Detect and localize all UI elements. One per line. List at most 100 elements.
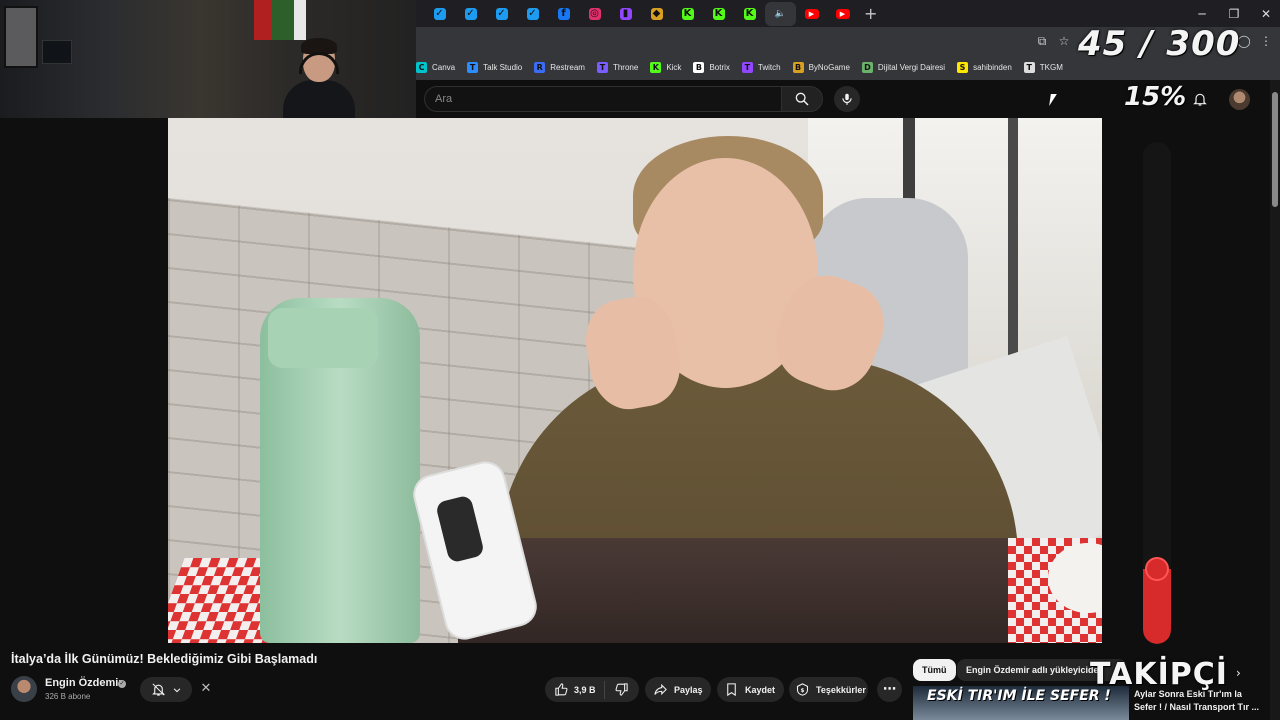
browser-tab[interactable]: 🔈 — [765, 1, 796, 26]
twitch-icon: T — [741, 62, 753, 73]
browser-tab[interactable]: ✓ — [455, 2, 486, 26]
bookmark-label: TKGM — [1039, 63, 1063, 72]
dislike-icon[interactable] — [614, 682, 629, 697]
restream-icon: R — [534, 62, 546, 73]
bookmark-item[interactable]: B ByNoGame — [792, 62, 850, 73]
cast-icon[interactable]: ⧉ — [1034, 33, 1050, 49]
bookmark-label: Restream — [550, 63, 585, 72]
twitter-icon: ✓ — [526, 7, 539, 20]
notifications-bell-icon[interactable] — [1192, 91, 1208, 107]
restore-icon[interactable]: ❐ — [1218, 0, 1250, 27]
bookmark-label: Canva — [432, 63, 456, 72]
bookmark-item[interactable]: D Dijital Vergi Dairesi — [861, 62, 945, 73]
search-input[interactable]: Ara — [424, 86, 781, 112]
kick-icon: K — [743, 7, 756, 20]
verified-badge-icon: ✓ — [118, 680, 126, 688]
throne-icon: T — [596, 62, 608, 73]
follower-goal-percent: 15% — [1124, 82, 1187, 112]
chevron-down-icon — [173, 687, 180, 692]
bookmark-label: Throne — [612, 63, 639, 72]
close-window-icon[interactable]: ✕ — [1250, 0, 1280, 27]
thumbnail-text: ESKİ TIR'IM İLE SEFER ! — [927, 688, 1111, 704]
webcam-monitor — [4, 6, 38, 68]
bookmark-item[interactable]: T TKGM — [1023, 62, 1063, 73]
botrix-icon: B — [693, 62, 705, 73]
channel-name[interactable]: Engin Özdemir — [45, 677, 123, 689]
video-title: İtalya’da İlk Günümüz! Beklediğimiz Gibi… — [11, 652, 318, 666]
microphone-icon — [842, 93, 852, 105]
bynogame-icon: ◆ — [650, 7, 663, 20]
youtube-icon: ▶ — [835, 8, 850, 19]
browser-tab[interactable]: K — [734, 2, 765, 26]
browser-tab[interactable]: K — [703, 2, 734, 26]
chip-all[interactable]: Tümü — [913, 659, 956, 681]
search-icon — [795, 92, 809, 106]
save-icon — [727, 683, 736, 697]
follower-goal-marker — [1145, 557, 1169, 581]
scrollbar-thumb[interactable] — [1272, 92, 1278, 207]
dismiss-icon[interactable]: ✕ — [199, 682, 213, 696]
chevron-right-icon[interactable]: › — [1236, 666, 1241, 680]
thanks-button[interactable]: $ Teşekkürler — [789, 677, 868, 702]
browser-tab[interactable]: ✓ — [517, 2, 548, 26]
bookmark-item[interactable]: T Throne — [596, 62, 639, 73]
video-player[interactable] — [168, 118, 1102, 643]
follower-goal-count: 45 / 300 — [1078, 24, 1241, 64]
search-button[interactable] — [781, 86, 823, 112]
webcam-flag-green — [272, 0, 294, 40]
new-tab-button[interactable]: + — [864, 4, 877, 23]
subscription-notifications-button[interactable] — [140, 677, 192, 702]
account-avatar[interactable] — [1229, 89, 1250, 110]
browser-tab[interactable]: K — [672, 2, 703, 26]
bell-settings-icon — [151, 683, 165, 696]
location-icon: T — [1023, 62, 1035, 73]
bookmark-item[interactable]: Ssahibinden — [957, 62, 1012, 73]
bookmark-label: sahibinden — [973, 63, 1012, 72]
browser-tab[interactable]: ▶ — [827, 2, 858, 26]
browser-tab[interactable]: f — [548, 2, 579, 26]
twitter-icon: ✓ — [464, 7, 477, 20]
browser-tab[interactable]: ◎ — [579, 2, 610, 26]
twitch-icon: ▮ — [619, 7, 632, 20]
bookmark-label: Twitch — [757, 63, 781, 72]
more-actions-button[interactable]: ⋯ — [877, 677, 902, 702]
bookmark-label: ByNoGame — [808, 63, 850, 72]
kick-icon: K — [650, 62, 662, 73]
webcam-flag-white — [294, 0, 306, 40]
bookmark-item[interactable]: K Kick — [650, 62, 681, 73]
save-button[interactable]: Kaydet — [717, 677, 784, 702]
browser-tab[interactable]: ▮ — [610, 2, 641, 26]
bookmark-item[interactable]: T Twitch — [741, 62, 781, 73]
browser-tab[interactable]: ◆ — [641, 2, 672, 26]
bynogame-icon: B — [792, 62, 804, 73]
voice-search-button[interactable] — [834, 86, 860, 112]
bookmark-item[interactable]: B Botrix — [693, 62, 730, 73]
kick-icon: K — [712, 7, 725, 20]
browser-menu-icon[interactable]: ⋮ — [1258, 33, 1274, 49]
browser-tab[interactable]: ✓ — [424, 2, 455, 26]
browser-tab[interactable]: ✓ — [486, 2, 517, 26]
share-button[interactable]: Paylaş — [645, 677, 711, 702]
bookmark-star-icon[interactable]: ☆ — [1056, 33, 1072, 49]
bookmark-item[interactable]: R Restream — [534, 62, 585, 73]
super-thanks-icon: $ — [796, 683, 809, 696]
channel-avatar[interactable] — [11, 676, 37, 702]
twitter-icon: ✓ — [495, 7, 508, 20]
facebook-icon: f — [557, 7, 570, 20]
sahibinden-icon: S — [957, 62, 969, 73]
browser-tab[interactable]: ▶ — [796, 2, 827, 26]
svg-text:$: $ — [801, 688, 805, 694]
screen: ✓ ✓ ✓ ✓ f ◎ ▮ ◆ K K K 🔈 ▶ ▶ + ─ ❐ ✕ ⧉ ☆ ◯ ⋮ C Canva T Tal… — [0, 0, 1280, 720]
canva-icon: C — [416, 62, 427, 73]
twitter-icon: ✓ — [433, 7, 446, 20]
like-icon[interactable] — [554, 682, 569, 697]
like-dislike-pill: 3,9 B — [545, 677, 639, 702]
minimize-icon[interactable]: ─ — [1186, 0, 1218, 27]
share-icon — [654, 683, 667, 696]
kick-icon: K — [681, 7, 694, 20]
bookmark-item[interactable]: C Canva — [416, 62, 455, 73]
like-count[interactable]: 3,9 B — [574, 685, 596, 695]
bookmark-label: Botrix — [709, 63, 730, 72]
instagram-icon: ◎ — [588, 7, 601, 20]
bookmark-item[interactable]: T Talk Studio — [467, 62, 522, 73]
